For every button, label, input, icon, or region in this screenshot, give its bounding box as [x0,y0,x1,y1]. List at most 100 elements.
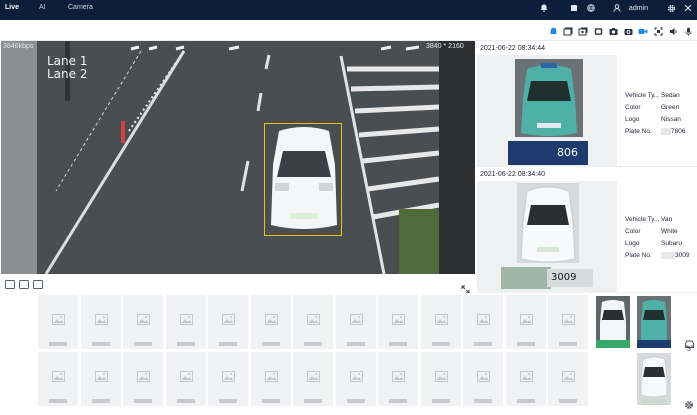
capture-attributes: Vehicle Ty... Van Color White Logo Subaru P… [625,213,690,261]
thumbnail-label [91,342,110,346]
thumbnail-label [219,342,237,346]
attr-key: Plate No. [625,251,652,259]
roadside-grass [399,209,441,274]
placeholder-thumbnail[interactable] [250,352,291,406]
placeholder-thumbnail[interactable] [505,352,546,406]
thumbnail-label [431,399,450,403]
image-placeholder-icon [434,312,448,325]
placeholder-thumbnail[interactable] [378,295,418,349]
thumbnail-label [49,342,67,346]
image-placeholder-icon [349,369,363,382]
lane-label-1: Lane 1 [47,54,88,68]
thumbnail-label [304,342,322,346]
placeholder-thumbnail[interactable] [165,295,206,349]
placeholder-thumbnail[interactable] [208,352,248,406]
placeholder-thumbnail[interactable] [335,352,376,406]
image-edge [439,41,475,274]
image-placeholder-icon [179,369,193,382]
placeholder-thumbnail[interactable] [548,352,588,406]
placeholder-thumbnail[interactable] [505,295,546,349]
resolution-overlay: 3840 * 2160 [426,43,464,50]
shop-icon[interactable] [569,3,579,13]
placeholder-thumbnail[interactable] [123,352,163,406]
globe-icon[interactable] [586,3,596,13]
capture-thumbnail-grid [0,293,697,409]
original-size-icon[interactable] [33,280,43,289]
placeholder-thumbnail[interactable] [165,352,206,406]
video-camera-icon[interactable] [638,26,648,36]
vehicle-thumbnail[interactable] [596,296,630,348]
live-video-view[interactable]: 3846kbps 3840 * 2160 Lane 1 Lane 2 [1,41,475,274]
camera-icon[interactable] [608,26,618,36]
capture-card[interactable]: 2021-06-22 08:34:40 3009 Vehicle Ty... Va… [476,167,697,293]
attr-key: Vehicle Ty... [625,91,660,99]
placeholder-thumbnail[interactable] [293,352,333,406]
placeholder-thumbnail[interactable] [293,295,333,349]
expand-icon[interactable] [461,281,470,294]
settings-icon[interactable] [666,3,676,13]
nav-ai[interactable]: AI [39,4,46,11]
fit-window-icon[interactable] [19,280,29,289]
user-icon[interactable] [612,3,622,13]
vehicle-thumbnail[interactable] [637,353,671,405]
image-placeholder-icon [519,369,533,382]
image-placeholder-icon [477,312,490,325]
username[interactable]: admin [629,5,648,12]
placeholder-thumbnail[interactable] [123,295,163,349]
placeholder-thumbnail[interactable] [378,352,418,406]
nav-live[interactable]: Live [5,4,19,11]
thumbnail-label [219,399,237,403]
placeholder-thumbnail[interactable] [208,295,248,349]
image-placeholder-icon [137,312,150,325]
capture-card[interactable]: 2021-06-22 08:34:44 806 Vehicle Ty... Sed… [476,41,697,167]
volume-icon[interactable] [668,26,678,36]
capture-attributes: Vehicle Ty... Sedan Color Green Logo Nissan… [625,89,686,137]
placeholder-thumbnail[interactable] [80,352,121,406]
attr-key: Logo [625,115,640,123]
thumbnail-label [261,342,280,346]
attr-value: Subaru [661,239,682,247]
thumbnail-label [176,399,195,403]
thumbnail-label [261,399,280,403]
image-placeholder-icon [52,312,65,325]
thumbnail-label [516,399,535,403]
capture-time: 2021-06-22 08:34:40 [480,171,545,178]
placeholder-thumbnail[interactable] [463,295,503,349]
close-icon[interactable] [683,3,693,13]
placeholder-thumbnail[interactable] [420,352,461,406]
record-icon[interactable] [578,26,588,36]
nav-camera[interactable]: Camera [68,4,93,11]
attr-value: 7806 [661,127,686,135]
vehicle-snapshot: 3009 [477,181,617,293]
vehicle-icon[interactable] [684,336,695,348]
fullscreen-icon[interactable] [653,26,663,36]
vehicle-thumbnail[interactable] [637,296,671,348]
placeholder-thumbnail[interactable] [420,295,461,349]
placeholder-thumbnail[interactable] [250,295,291,349]
placeholder-thumbnail[interactable] [80,295,121,349]
zoom-out-icon[interactable] [5,280,15,289]
placeholder-thumbnail[interactable] [38,295,78,349]
snapshot-icon[interactable] [563,26,573,36]
bell-icon[interactable] [548,26,558,36]
notification-icon[interactable] [539,3,549,13]
image-placeholder-icon [434,369,448,382]
vehicle-count: 3 [687,346,691,353]
plate-image: 806 [508,141,588,165]
thumbnail-label [516,342,535,346]
thumbnail-label [346,399,365,403]
placeholder-thumbnail[interactable] [335,295,376,349]
capture-icon[interactable] [623,26,633,36]
monitor-icon[interactable] [593,26,603,36]
placeholder-thumbnail[interactable] [463,352,503,406]
image-placeholder-icon [392,369,405,382]
image-placeholder-icon [94,369,108,382]
placeholder-thumbnail[interactable] [38,352,78,406]
image-placeholder-icon [52,369,65,382]
thumbnail-label [134,342,152,346]
microphone-icon[interactable] [683,26,693,36]
placeholder-thumbnail[interactable] [548,295,588,349]
image-placeholder-icon [307,312,320,325]
image-placeholder-icon [179,312,193,325]
settings-gear-icon[interactable] [684,397,695,409]
